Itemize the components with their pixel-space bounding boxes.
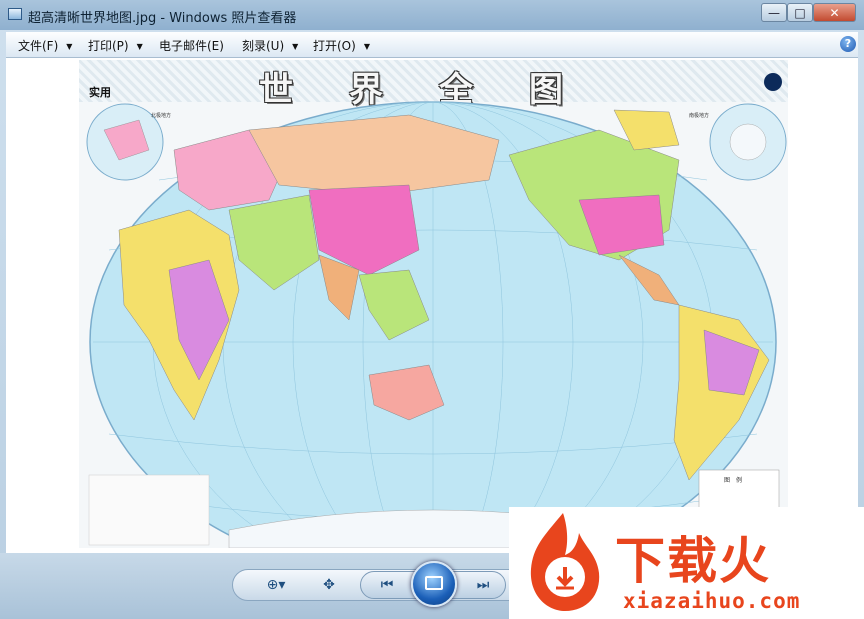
window-title: 超高清晰世界地图.jpg - Windows 照片查看器 <box>28 11 297 26</box>
menu-open[interactable]: 打开(O) ▼ <box>313 37 370 54</box>
actual-size-button[interactable]: ✥ <box>315 574 343 596</box>
help-icon[interactable]: ? <box>840 36 856 52</box>
legend-title: 图 例 <box>724 477 743 484</box>
chevron-down-icon: ▼ <box>136 42 143 51</box>
close-button[interactable]: ✕ <box>813 3 856 22</box>
slideshow-button[interactable] <box>411 561 457 607</box>
photo-viewer-window: 超高清晰世界地图.jpg - Windows 照片查看器 — □ ✕ 文件(F)… <box>0 0 864 619</box>
previous-button[interactable]: ⏮ <box>372 574 402 596</box>
menu-file-label: 文件(F) <box>18 39 59 53</box>
minimize-button[interactable]: — <box>761 3 787 22</box>
world-map-graphic <box>86 73 787 548</box>
antarctic-inset-label: 南极地方 <box>689 113 710 119</box>
chevron-down-icon: ▼ <box>66 42 73 51</box>
arctic-inset-label: 北极地方 <box>151 113 172 119</box>
slideshow-icon <box>425 576 443 590</box>
flame-logo-icon <box>530 513 600 611</box>
watermark-url: xiazaihuo.com <box>623 589 801 613</box>
menu-email[interactable]: 电子邮件(E) <box>159 37 224 54</box>
menu-open-label: 打开(O) <box>313 39 356 53</box>
menu-file[interactable]: 文件(F) ▼ <box>18 37 72 54</box>
chevron-down-icon: ▼ <box>292 42 299 51</box>
notes-box <box>88 474 210 546</box>
menu-print[interactable]: 打印(P) ▼ <box>88 37 143 54</box>
menu-print-label: 打印(P) <box>88 39 129 53</box>
next-button[interactable]: ⏭ <box>468 574 498 596</box>
watermark-text: 下载火 <box>615 532 771 590</box>
menu-burn-label: 刻录(U) <box>242 39 285 53</box>
menu-email-label: 电子邮件(E) <box>159 39 224 53</box>
title-bar[interactable]: 超高清晰世界地图.jpg - Windows 照片查看器 — □ ✕ <box>0 0 864 30</box>
world-map-image: 世界全图 实用 北极地方 南极地方 图 例 <box>79 60 788 548</box>
maximize-button[interactable]: □ <box>787 3 813 22</box>
image-viewport[interactable]: 世界全图 实用 北极地方 南极地方 图 例 <box>6 58 858 553</box>
chevron-down-icon: ▼ <box>363 42 370 51</box>
menu-bar: 文件(F) ▼ 打印(P) ▼ 电子邮件(E) 刻录(U) ▼ 打开(O) ▼ ? <box>6 32 858 58</box>
photo-viewer-app-icon <box>8 8 22 20</box>
publisher-emblem-icon <box>764 73 782 91</box>
menu-burn[interactable]: 刻录(U) ▼ <box>242 37 298 54</box>
watermark-logo: 下载火 xiazaihuo.com <box>509 507 864 619</box>
zoom-button[interactable]: ⊕▾ <box>259 574 293 596</box>
